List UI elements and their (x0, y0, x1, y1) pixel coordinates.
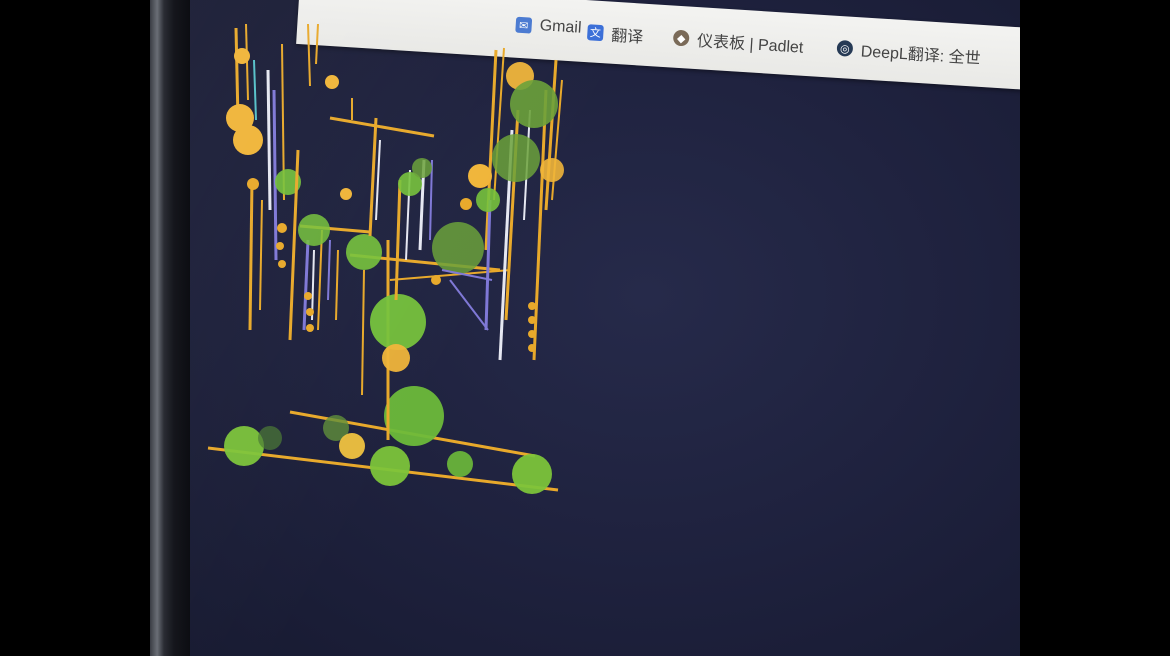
green-circle (384, 386, 444, 446)
yellow-circle (540, 158, 564, 182)
vertical-line (449, 279, 489, 331)
letterbox-right (1020, 0, 1170, 656)
yellow-circle (304, 292, 312, 300)
yellow-circle (528, 302, 536, 310)
green-circle (512, 454, 552, 494)
green-circle (412, 158, 432, 178)
yellow-circle (382, 344, 410, 372)
vertical-line (375, 139, 381, 221)
vertical-line (394, 179, 402, 301)
generative-visualization (207, 23, 564, 494)
vertical-line (253, 59, 257, 121)
green-circle (370, 446, 410, 486)
yellow-circle (528, 316, 536, 324)
yellow-circle (468, 164, 492, 188)
yellow-circle (278, 260, 286, 268)
vertical-line (302, 239, 310, 331)
yellow-circle (306, 324, 314, 332)
green-circle (432, 222, 484, 274)
yellow-circle (339, 433, 365, 459)
monitor-screen: ✉ Gmail 文 翻译 ◆ 仪表板 | Padlet ◎ DeepL翻译: 全… (190, 0, 1020, 656)
vertical-line (259, 199, 263, 311)
yellow-circle (247, 178, 259, 190)
yellow-circle (277, 223, 287, 233)
green-circle (447, 451, 473, 477)
green-circle (258, 426, 282, 450)
trunk-line (361, 269, 365, 396)
green-circle (370, 294, 426, 350)
bottom-bar-group (207, 386, 559, 494)
vertical-line (335, 249, 339, 321)
letterbox-left (0, 0, 150, 656)
green-circle (298, 214, 330, 246)
green-circle (224, 426, 264, 466)
yellow-circle (234, 48, 250, 64)
yellow-circle (431, 275, 441, 285)
vertical-line (307, 23, 311, 87)
yellow-circle (528, 344, 536, 352)
yellow-circle (340, 188, 352, 200)
vertical-line (544, 59, 558, 211)
branch-line (329, 116, 435, 138)
vertical-line (266, 69, 272, 211)
green-circle (510, 80, 558, 128)
yellow-circle (460, 198, 472, 210)
yellow-circle (325, 75, 339, 89)
vertical-line (272, 89, 278, 261)
yellow-circle (233, 125, 263, 155)
green-circle (346, 234, 382, 270)
yellow-circle (528, 330, 536, 338)
monitor-bezel (150, 0, 190, 656)
green-circle (476, 188, 500, 212)
yellow-circle (306, 308, 314, 316)
left-cluster-group (226, 23, 301, 331)
vertical-line (248, 179, 254, 331)
vertical-line (327, 239, 331, 301)
green-circle (492, 134, 540, 182)
yellow-circle (276, 242, 284, 250)
vertical-line (315, 23, 319, 65)
